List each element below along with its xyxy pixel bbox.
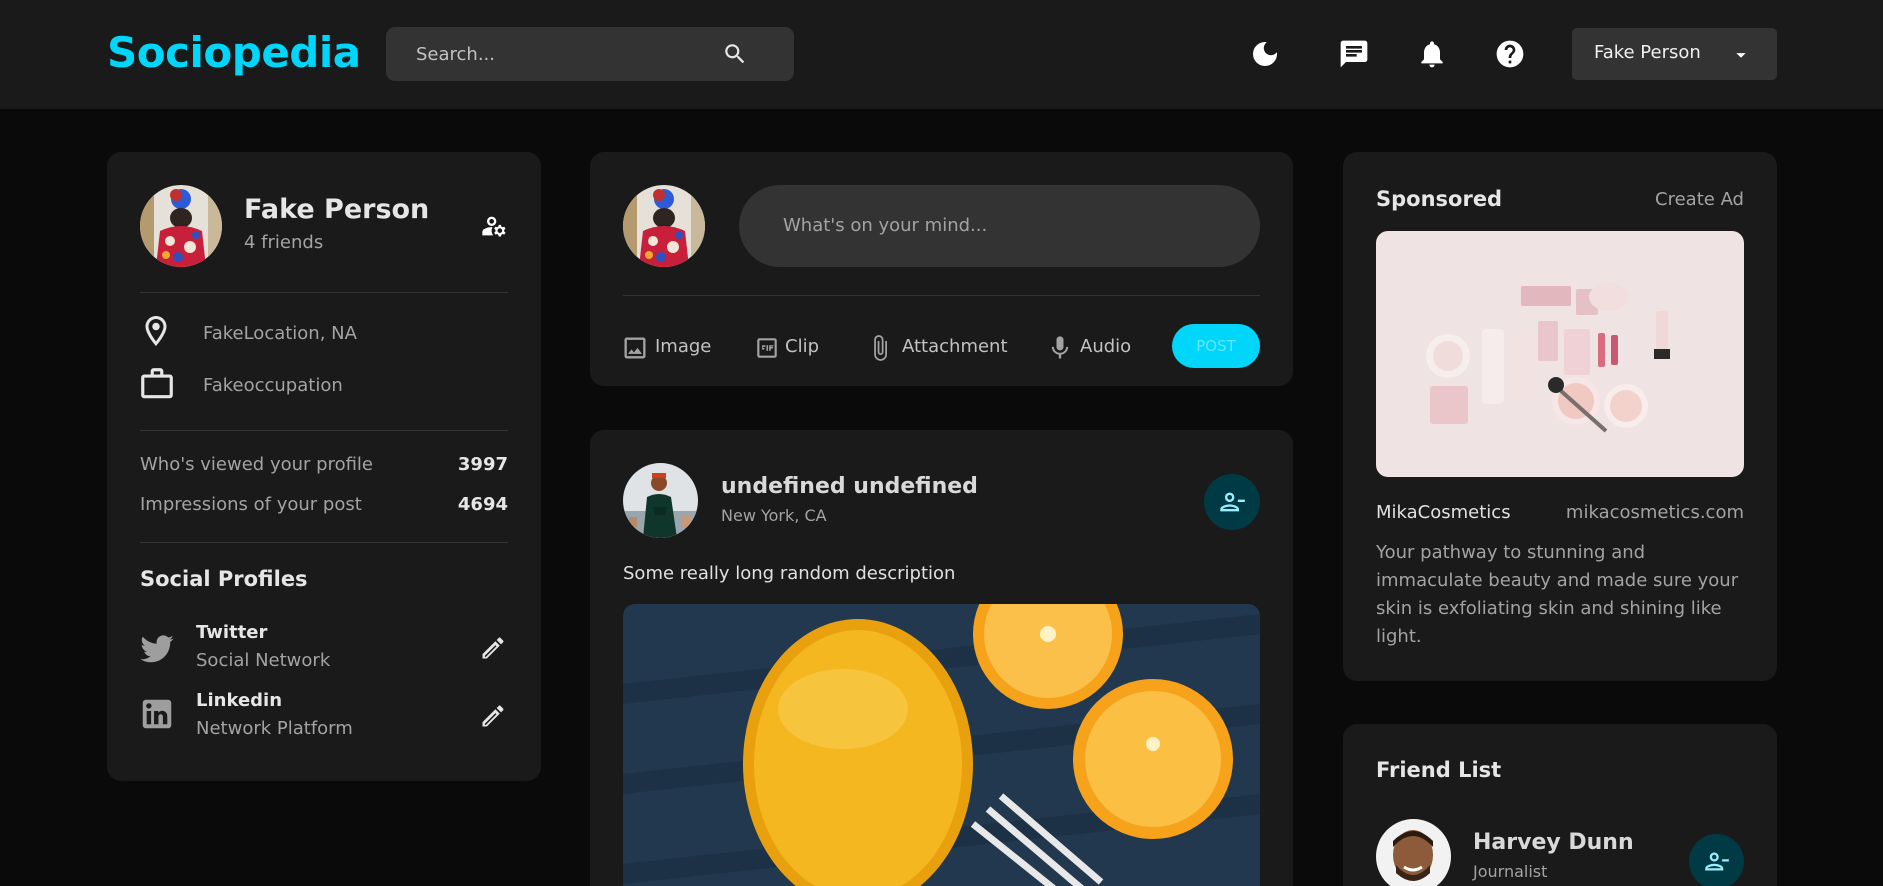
stat-value: 4694 <box>457 494 508 515</box>
profile-avatar[interactable] <box>140 185 222 267</box>
help-icon[interactable] <box>1494 38 1526 70</box>
search-bar <box>386 27 794 81</box>
linkedin-icon <box>142 699 172 729</box>
post-description: Some really long random description <box>623 563 956 584</box>
user-select-label: Fake Person <box>1594 42 1701 63</box>
sponsored-title: Sponsored <box>1376 187 1503 211</box>
friend-avatar[interactable] <box>1376 819 1451 886</box>
friends-count: 4 friends <box>244 232 324 253</box>
composer-avatar <box>623 185 705 267</box>
image-action[interactable]: Image <box>621 332 721 364</box>
location-icon <box>145 316 167 346</box>
message-icon[interactable] <box>1338 38 1370 70</box>
search-icon[interactable] <box>722 41 748 67</box>
clip-action-label: Clip <box>785 336 819 357</box>
user-select[interactable]: Fake Person <box>1572 28 1777 80</box>
edit-icon[interactable] <box>479 702 507 730</box>
create-ad-link[interactable]: Create Ad <box>1655 189 1744 210</box>
attachment-action-label: Attachment <box>902 336 1008 357</box>
logo[interactable]: Sociopedia <box>107 28 361 77</box>
post-composer: What's on your mind... Image Clip Attach… <box>590 152 1293 386</box>
friend-list-card: Friend List Harvey Dunn Journalist <box>1343 724 1777 886</box>
profile-card: Fake Person 4 friends FakeLocation, NA F… <box>107 152 541 781</box>
post-button[interactable]: POST <box>1172 324 1260 368</box>
remove-friend-button[interactable] <box>1689 834 1744 886</box>
profile-location: FakeLocation, NA <box>203 323 357 344</box>
moon-icon[interactable] <box>1249 38 1281 70</box>
audio-action-label: Audio <box>1080 336 1132 357</box>
post-author-location: New York, CA <box>721 506 827 525</box>
stat-label: Who's viewed your profile <box>140 454 373 475</box>
attachment-action[interactable]: Attachment <box>866 332 1016 364</box>
social-profiles-title: Social Profiles <box>140 567 308 591</box>
social-name: Linkedin <box>196 690 283 711</box>
navbar: Sociopedia Fake Person <box>0 0 1883 109</box>
ad-image[interactable] <box>1376 231 1744 477</box>
profile-name[interactable]: Fake Person <box>244 194 429 225</box>
clip-action[interactable]: Clip <box>754 332 834 364</box>
person-remove-icon <box>1705 852 1729 871</box>
ad-description: Your pathway to stunning and immaculate … <box>1376 542 1739 647</box>
manage-accounts-icon[interactable] <box>480 212 508 240</box>
stat-value: 3997 <box>457 454 508 475</box>
stat-label: Impressions of your post <box>140 494 362 515</box>
person-remove-icon <box>1220 492 1245 512</box>
audio-action[interactable]: Audio <box>1046 332 1136 364</box>
divider <box>623 295 1260 296</box>
image-action-label: Image <box>655 336 712 357</box>
search-input[interactable] <box>416 27 716 81</box>
social-desc: Network Platform <box>196 718 353 739</box>
friend-name[interactable]: Harvey Dunn <box>1473 830 1634 855</box>
chevron-down-icon <box>1736 53 1746 58</box>
post-input[interactable]: What's on your mind... <box>739 185 1260 267</box>
post-author-avatar[interactable] <box>623 463 698 538</box>
ad-brand: MikaCosmetics <box>1376 502 1511 523</box>
friend-occupation: Journalist <box>1473 862 1548 881</box>
gif-icon <box>757 338 777 358</box>
friend-list-title: Friend List <box>1376 758 1502 782</box>
paperclip-icon <box>874 335 887 361</box>
profile-occupation: Fakeoccupation <box>203 375 343 396</box>
bell-icon[interactable] <box>1416 38 1448 70</box>
sponsored-card: Sponsored Create Ad MikaCosmetics mikaco… <box>1343 152 1777 681</box>
divider <box>140 430 508 431</box>
social-name: Twitter <box>196 622 268 643</box>
ad-url[interactable]: mikacosmetics.com <box>1566 502 1744 523</box>
social-desc: Social Network <box>196 650 331 671</box>
briefcase-icon <box>141 368 173 399</box>
post-card: undefined undefined New York, CA Some re… <box>590 430 1293 886</box>
twitter-icon <box>140 635 174 663</box>
post-input-placeholder: What's on your mind... <box>783 215 988 236</box>
divider <box>140 542 508 543</box>
post-author-name[interactable]: undefined undefined <box>721 474 978 499</box>
post-button-label: POST <box>1196 337 1236 355</box>
remove-friend-button[interactable] <box>1204 474 1260 530</box>
edit-icon[interactable] <box>479 634 507 662</box>
divider <box>140 292 508 293</box>
post-image <box>623 604 1260 886</box>
microphone-icon <box>1051 336 1069 359</box>
image-icon <box>624 337 646 359</box>
